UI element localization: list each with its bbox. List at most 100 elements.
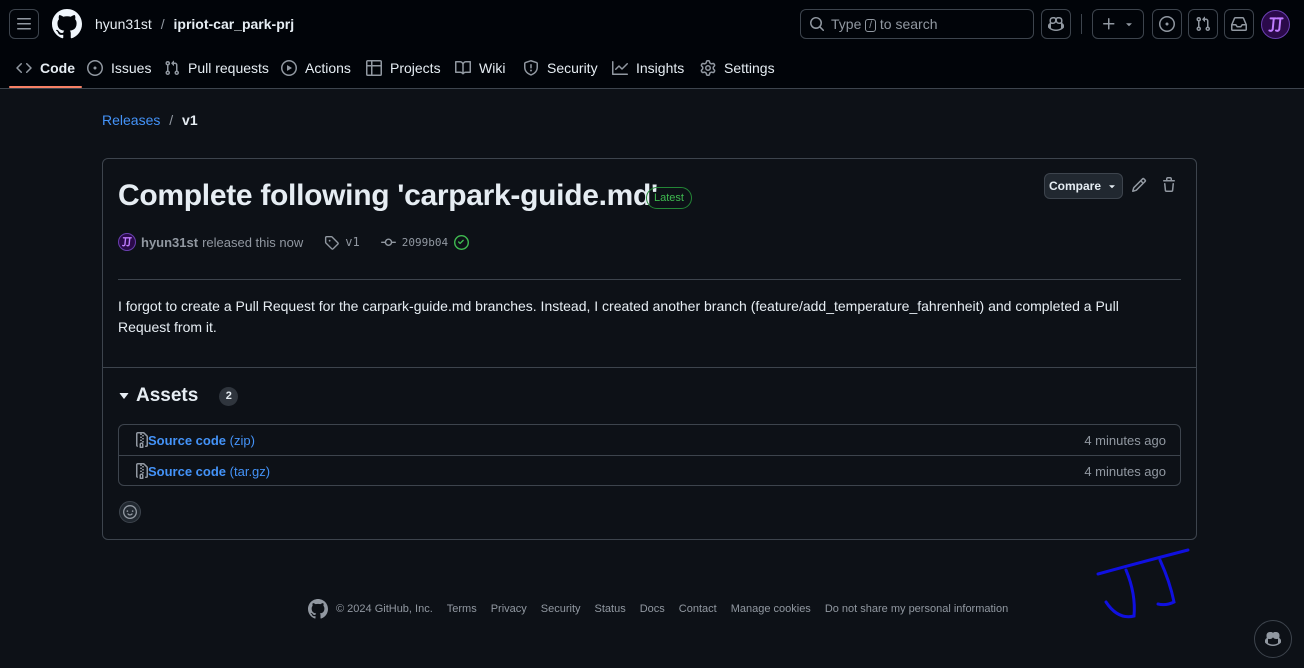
- add-reaction-button[interactable]: [119, 501, 141, 523]
- tab-label: Issues: [111, 60, 152, 76]
- copilot-chat-button[interactable]: [1254, 620, 1292, 658]
- table-icon: [366, 60, 382, 76]
- git-pull-request-icon: [1196, 16, 1211, 32]
- footer-link-docs[interactable]: Docs: [640, 603, 665, 615]
- commit-link[interactable]: 2099b04: [402, 236, 448, 249]
- git-pull-request-icon: [165, 60, 180, 76]
- github-mark-icon[interactable]: [308, 599, 328, 619]
- menu-button[interactable]: [9, 9, 39, 39]
- asset-suffix: (zip): [229, 432, 255, 448]
- footer-link-status[interactable]: Status: [595, 603, 626, 615]
- search-placeholder: Type / to search: [831, 16, 938, 32]
- author-link[interactable]: hyun31st: [141, 235, 198, 250]
- owner-link[interactable]: hyun31st: [95, 16, 152, 32]
- github-logo[interactable]: [52, 9, 82, 39]
- user-avatar[interactable]: [1261, 10, 1290, 39]
- footer-link-contact[interactable]: Contact: [679, 603, 717, 615]
- tag-link[interactable]: v1: [345, 235, 359, 249]
- asset-link[interactable]: Source code (tar.gz): [148, 464, 270, 479]
- divider: [103, 367, 1196, 368]
- tab-label: Wiki: [479, 60, 506, 76]
- tab-issues[interactable]: Issues: [87, 48, 151, 88]
- repo-link[interactable]: ipriot-car_park-prj: [174, 16, 295, 32]
- triangle-down-icon: [1109, 185, 1115, 189]
- book-icon: [455, 60, 471, 75]
- footer-link-manage-cookies[interactable]: Manage cookies: [731, 603, 811, 615]
- footer-link-do-not-share[interactable]: Do not share my personal information: [825, 603, 1008, 615]
- trash-icon[interactable]: [1161, 177, 1177, 193]
- release-meta: hyun31st released this now v1 2099b04: [118, 232, 470, 252]
- breadcrumb-current: v1: [182, 112, 198, 128]
- pull-requests-button[interactable]: [1188, 9, 1218, 39]
- tab-actions[interactable]: Actions: [281, 48, 351, 88]
- inbox-icon: [1231, 17, 1247, 31]
- tab-insights[interactable]: Insights: [612, 48, 684, 88]
- issues-button[interactable]: [1152, 9, 1182, 39]
- create-new-button[interactable]: [1092, 9, 1144, 39]
- release-card: Complete following 'carpark-guide.md' La…: [102, 158, 1197, 540]
- gear-icon: [700, 60, 716, 76]
- assets-count: 2: [219, 386, 239, 406]
- breadcrumb-releases-link[interactable]: Releases: [102, 112, 160, 128]
- tab-pull-requests[interactable]: Pull requests: [164, 48, 269, 88]
- plus-icon: [1103, 18, 1115, 30]
- divider: [118, 279, 1181, 280]
- search-input[interactable]: Type / to search: [800, 9, 1034, 39]
- repo-separator: /: [160, 16, 165, 32]
- author-avatar[interactable]: [118, 233, 136, 251]
- asset-time: 4 minutes ago: [1084, 432, 1166, 448]
- copilot-button[interactable]: [1041, 9, 1071, 39]
- avatar-monogram-image: [1267, 16, 1284, 32]
- breadcrumb-separator: /: [169, 112, 174, 128]
- inbox-button[interactable]: [1224, 9, 1254, 39]
- global-header: hyun31st / ipriot-car_park-prj Type / to…: [0, 0, 1304, 48]
- github-mark-icon: [52, 9, 82, 39]
- tab-projects[interactable]: Projects: [366, 48, 441, 88]
- issue-opened-icon: [1159, 16, 1175, 32]
- hamburger-icon: [17, 18, 31, 30]
- asset-time: 4 minutes ago: [1084, 463, 1166, 479]
- shield-icon: [524, 60, 538, 76]
- tab-wiki[interactable]: Wiki: [455, 48, 505, 88]
- tab-label: Code: [40, 60, 75, 76]
- avatar-monogram-image: [122, 237, 132, 247]
- asset-name: Source code: [148, 432, 227, 448]
- latest-badge: Latest: [646, 187, 692, 209]
- check-circle-icon[interactable]: [454, 234, 470, 250]
- tab-security[interactable]: Security: [523, 48, 598, 88]
- copilot-icon: [1048, 16, 1064, 32]
- breadcrumb: Releases / v1: [102, 112, 198, 128]
- search-icon: [810, 17, 825, 32]
- asset-link[interactable]: Source code (zip): [148, 433, 255, 448]
- footer-link-security[interactable]: Security: [541, 603, 581, 615]
- assets-list: Source code (zip) 4 minutes ago Source c…: [118, 424, 1181, 486]
- git-commit-icon: [380, 238, 396, 246]
- smiley-icon: [123, 505, 137, 519]
- tab-code[interactable]: Code: [9, 48, 82, 88]
- tab-settings[interactable]: Settings: [700, 48, 775, 88]
- issue-opened-icon: [87, 60, 103, 76]
- repo-nav: Code Issues Pull requests Actions Projec…: [0, 48, 1304, 89]
- tab-label: Security: [547, 60, 598, 76]
- asset-suffix: (tar.gz): [229, 463, 271, 479]
- code-icon: [16, 62, 32, 74]
- compare-button[interactable]: Compare: [1044, 173, 1123, 199]
- triangle-down-icon: [119, 393, 129, 399]
- released-text: released this now: [202, 234, 304, 250]
- play-icon: [281, 60, 297, 76]
- footer-link-terms[interactable]: Terms: [447, 603, 477, 615]
- assets-toggle[interactable]: Assets 2: [118, 385, 239, 407]
- repo-context: hyun31st / ipriot-car_park-prj: [95, 16, 294, 32]
- tag-icon: [325, 235, 340, 250]
- tab-label: Insights: [636, 60, 685, 76]
- pencil-icon[interactable]: [1131, 177, 1147, 193]
- search-key-hint: /: [865, 19, 877, 32]
- site-footer: © 2024 GitHub, Inc. Terms Privacy Securi…: [308, 599, 1008, 619]
- asset-name: Source code: [148, 463, 227, 479]
- divider: [1081, 14, 1082, 34]
- handwritten-signature-image: [1096, 548, 1190, 619]
- footer-link-privacy[interactable]: Privacy: [491, 603, 527, 615]
- compare-label: Compare: [1048, 179, 1101, 193]
- tab-label: Pull requests: [188, 60, 269, 76]
- graph-icon: [612, 61, 628, 75]
